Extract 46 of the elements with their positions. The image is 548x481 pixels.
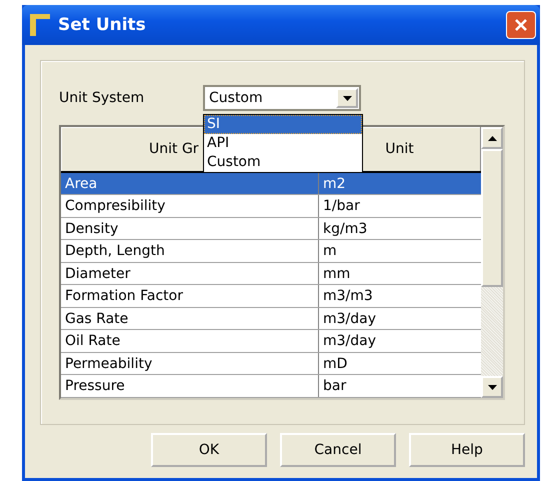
table-cell-text: kg/m3 [322,220,368,239]
table-cell: Density [61,218,319,240]
table-cell: Depth, Length [61,240,319,262]
table-cell-text: 1/bar [322,197,361,216]
table-cell: Compresibility [61,195,319,217]
table-cell: Oil Rate [61,330,319,352]
dialog-button[interactable]: OK [151,433,267,467]
table-cell: Gas Rate [61,308,319,330]
table-row[interactable]: Compresibility 1/bar [61,195,481,218]
up-arrow-icon [488,136,496,140]
table-cell-text: mD [322,354,348,374]
table-row[interactable]: Depth, Length m [61,240,481,263]
table-cell-text: mm [322,264,352,284]
dialog-button[interactable]: Cancel [280,433,396,467]
scroll-thumb[interactable] [481,149,503,287]
down-arrow-icon [488,384,496,390]
table-cell: Permeability [61,352,319,374]
table-cell-text: m [322,242,338,262]
scroll-up-button[interactable] [481,127,503,149]
table-cell: Diameter [61,262,319,284]
table-row[interactable]: Oil Rate m3/day [61,330,481,353]
table-cell-text: m3/m3 [322,287,374,306]
table-cell: Pressure [61,375,319,397]
table-cell: Area [61,172,319,194]
dropdown-option[interactable]: SI [204,115,362,134]
corner-bracket-icon [30,14,50,36]
table-row[interactable]: Diameter mm [61,262,481,286]
close-button[interactable] [506,11,536,39]
table-row[interactable]: Pressure bar [61,375,481,398]
close-icon [514,18,528,32]
scrollbar[interactable] [481,127,503,398]
dialog-button[interactable]: Help [409,433,525,467]
table-cell-text: m2 [322,174,347,194]
table-cell-text: m3/day [322,332,378,352]
window-title: Set Units [58,15,147,35]
table-row[interactable]: Density kg/m3 [61,218,481,240]
table-cell: Formation Factor [61,285,319,307]
table-row[interactable]: Formation Factor m3/m3 [61,285,481,308]
scroll-down-button[interactable] [481,376,503,398]
unit-system-label: Unit System [59,90,146,106]
table-row[interactable]: Permeability mD [61,352,481,376]
unit-system-dropdown[interactable]: Custom [203,85,361,111]
table-cell-text: m3/day [322,310,378,329]
table-row[interactable]: Gas Rate m3/day [61,308,481,330]
table-cell-text: bar [322,377,348,396]
table-row[interactable]: Area m2 [61,172,481,196]
